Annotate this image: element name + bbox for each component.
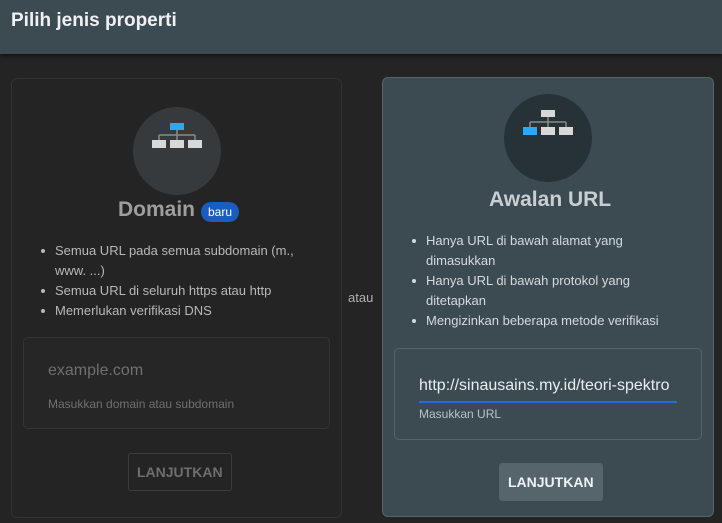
- domain-input-field[interactable]: example.com Masukkan domain atau subdoma…: [23, 337, 330, 429]
- page-title: Pilih jenis properti: [11, 10, 177, 31]
- new-badge: baru: [201, 202, 240, 222]
- domain-feature-list: Semua URL pada semua subdomain (m., www.…: [37, 241, 322, 321]
- url-input-hint: Masukkan URL: [419, 407, 502, 421]
- domain-input-placeholder[interactable]: example.com: [48, 362, 306, 380]
- domain-continue-button[interactable]: LANJUTKAN: [128, 453, 232, 491]
- page-header: Pilih jenis properti: [0, 0, 722, 54]
- list-item: Semua URL di seluruh https atau http: [37, 281, 322, 301]
- list-item: Memerlukan verifikasi DNS: [37, 301, 322, 321]
- list-item: Hanya URL di bawah protokol yang ditetap…: [408, 271, 693, 311]
- domain-input-hint: Masukkan domain atau subdomain: [48, 397, 235, 411]
- list-item: Mengizinkan beberapa metode verifikasi: [408, 311, 693, 331]
- url-prefix-hierarchy-icon: [504, 94, 592, 182]
- domain-hierarchy-icon: [133, 107, 221, 195]
- url-prefix-card-title: Awalan URL: [489, 188, 612, 211]
- url-input-field[interactable]: http://sinausains.my.id/teori-spektro Ma…: [394, 348, 702, 440]
- url-prefix-property-card[interactable]: Awalan URL Hanya URL di bawah alamat yan…: [382, 77, 714, 517]
- url-prefix-feature-list: Hanya URL di bawah alamat yang dimasukka…: [408, 231, 693, 331]
- domain-card-title: Domain: [118, 198, 196, 221]
- domain-property-card[interactable]: Domain baru Semua URL pada semua subdoma…: [11, 78, 342, 518]
- list-item: Hanya URL di bawah alamat yang dimasukka…: [408, 231, 693, 271]
- url-prefix-continue-button[interactable]: LANJUTKAN: [499, 463, 603, 501]
- or-separator: atau: [348, 290, 374, 305]
- list-item: Semua URL pada semua subdomain (m., www.…: [37, 241, 322, 281]
- url-input-value[interactable]: http://sinausains.my.id/teori-spektro: [419, 377, 677, 403]
